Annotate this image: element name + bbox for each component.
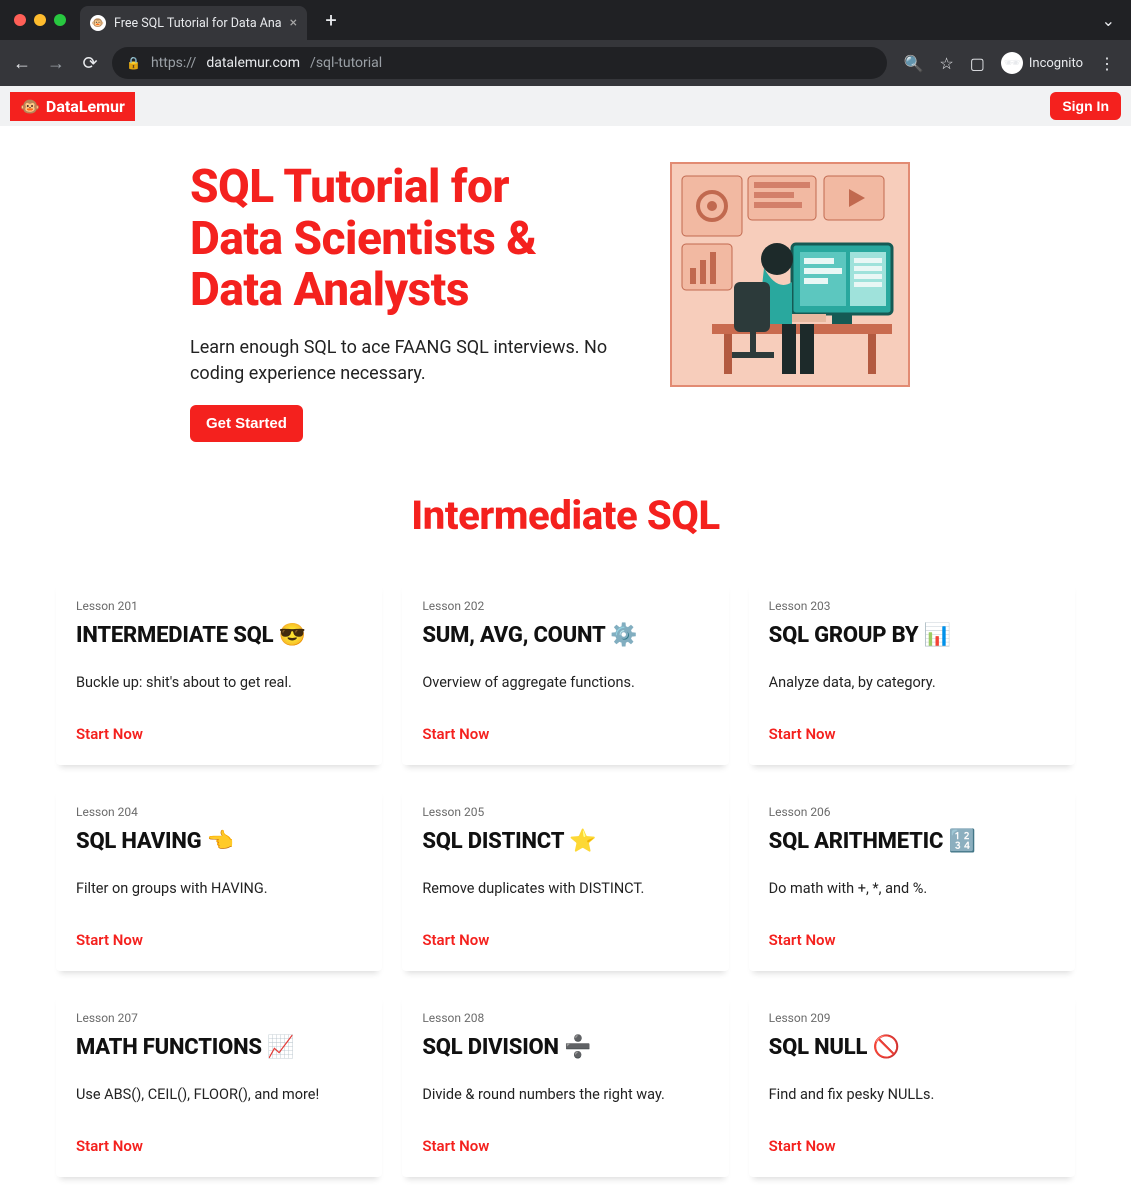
lesson-number: Lesson 205 <box>422 805 708 819</box>
lesson-title: SUM, AVG, COUNT ⚙️ <box>422 623 708 648</box>
lesson-description: Overview of aggregate functions. <box>422 674 708 691</box>
lesson-card[interactable]: Lesson 205 SQL DISTINCT ⭐ Remove duplicate… <box>402 785 728 971</box>
zoom-icon[interactable]: 🔍 <box>903 54 923 73</box>
sign-in-button[interactable]: Sign In <box>1050 92 1121 120</box>
bookmark-icon[interactable]: ☆ <box>939 54 953 73</box>
lesson-description: Analyze data, by category. <box>769 674 1055 691</box>
lesson-number: Lesson 202 <box>422 599 708 613</box>
lesson-title: SQL GROUP BY 📊 <box>769 623 1055 648</box>
brand-label: DataLemur <box>46 97 125 116</box>
url-path: /sql-tutorial <box>310 55 382 71</box>
browser-toolbar: ← → ⟳ 🔒 https:// datalemur.com/sql-tutori… <box>0 40 1131 86</box>
start-now-link[interactable]: Start Now <box>76 1109 362 1155</box>
browser-tab[interactable]: 🐵 Free SQL Tutorial for Data Ana × <box>80 6 307 40</box>
lesson-description: Find and fix pesky NULLs. <box>769 1086 1055 1103</box>
maximize-window-button[interactable] <box>54 14 66 26</box>
lesson-description: Divide & round numbers the right way. <box>422 1086 708 1103</box>
lesson-number: Lesson 201 <box>76 599 362 613</box>
site-topbar: 🐵 DataLemur Sign In <box>0 86 1131 126</box>
lesson-description: Filter on groups with HAVING. <box>76 880 362 897</box>
lesson-description: Buckle up: shit's about to get real. <box>76 674 362 691</box>
new-tab-button[interactable]: + <box>317 6 345 34</box>
start-now-link[interactable]: Start Now <box>422 697 708 743</box>
lesson-title: SQL ARITHMETIC 🔢 <box>769 829 1055 854</box>
url-prefix: https:// <box>151 55 196 71</box>
side-panel-icon[interactable]: ▢ <box>970 54 985 73</box>
lesson-card[interactable]: Lesson 202 SUM, AVG, COUNT ⚙️ Overview of … <box>402 579 728 765</box>
lesson-title: SQL HAVING 👈 <box>76 829 362 854</box>
tabs-menu-button[interactable]: ⌄ <box>1086 11 1131 30</box>
section-title: Intermediate SQL <box>0 492 1131 539</box>
page-title: SQL Tutorial for Data Scientists & Data … <box>190 162 610 317</box>
close-tab-icon[interactable]: × <box>290 15 297 31</box>
lesson-title: MATH FUNCTIONS 📈 <box>76 1035 362 1060</box>
lesson-card[interactable]: Lesson 209 SQL NULL 🚫 Find and fix pesky N… <box>749 991 1075 1177</box>
lesson-title: SQL DISTINCT ⭐ <box>422 829 708 854</box>
lesson-card[interactable]: Lesson 206 SQL ARITHMETIC 🔢 Do math with +… <box>749 785 1075 971</box>
lesson-title: SQL NULL 🚫 <box>769 1035 1055 1060</box>
browser-right-actions: 🔍 ☆ ▢ 🕶 Incognito ⋮ <box>897 52 1121 74</box>
lesson-number: Lesson 204 <box>76 805 362 819</box>
reload-button[interactable]: ⟳ <box>78 53 102 74</box>
minimize-window-button[interactable] <box>34 14 46 26</box>
lesson-number: Lesson 208 <box>422 1011 708 1025</box>
lesson-number: Lesson 203 <box>769 599 1055 613</box>
lesson-card[interactable]: Lesson 203 SQL GROUP BY 📊 Analyze data, by… <box>749 579 1075 765</box>
address-bar[interactable]: 🔒 https:// datalemur.com/sql-tutorial <box>112 47 887 79</box>
lesson-number: Lesson 206 <box>769 805 1055 819</box>
lessons-grid: Lesson 201 INTERMEDIATE SQL 😎 Buckle up: s… <box>0 579 1131 1203</box>
tab-title: Free SQL Tutorial for Data Ana <box>114 16 282 31</box>
forward-button[interactable]: → <box>44 53 68 74</box>
hero-illustration <box>670 162 910 387</box>
start-now-link[interactable]: Start Now <box>422 1109 708 1155</box>
page-subtitle: Learn enough SQL to ace FAANG SQL interv… <box>190 335 610 387</box>
lesson-number: Lesson 207 <box>76 1011 362 1025</box>
start-now-link[interactable]: Start Now <box>769 903 1055 949</box>
lesson-description: Remove duplicates with DISTINCT. <box>422 880 708 897</box>
close-window-button[interactable] <box>14 14 26 26</box>
lesson-title: SQL DIVISION ➗ <box>422 1035 708 1060</box>
lesson-number: Lesson 209 <box>769 1011 1055 1025</box>
start-now-link[interactable]: Start Now <box>769 1109 1055 1155</box>
start-now-link[interactable]: Start Now <box>422 903 708 949</box>
incognito-indicator[interactable]: 🕶 Incognito <box>1001 52 1083 74</box>
get-started-button[interactable]: Get Started <box>190 405 303 442</box>
lesson-card[interactable]: Lesson 208 SQL DIVISION ➗ Divide & round n… <box>402 991 728 1177</box>
incognito-label: Incognito <box>1029 56 1083 71</box>
window-controls <box>0 14 80 26</box>
hero-section: SQL Tutorial for Data Scientists & Data … <box>0 126 1131 482</box>
incognito-icon: 🕶 <box>1001 52 1023 74</box>
kebab-menu-button[interactable]: ⋮ <box>1099 54 1115 73</box>
favicon-icon: 🐵 <box>90 15 106 31</box>
lesson-description: Use ABS(), CEIL(), FLOOR(), and more! <box>76 1086 362 1103</box>
url-host: datalemur.com <box>206 55 300 71</box>
start-now-link[interactable]: Start Now <box>76 903 362 949</box>
lesson-title: INTERMEDIATE SQL 😎 <box>76 623 362 648</box>
brand-icon: 🐵 <box>20 97 40 116</box>
lesson-card[interactable]: Lesson 207 MATH FUNCTIONS 📈 Use ABS(), CEI… <box>56 991 382 1177</box>
lesson-description: Do math with +, *, and %. <box>769 880 1055 897</box>
brand-logo[interactable]: 🐵 DataLemur <box>10 92 135 121</box>
start-now-link[interactable]: Start Now <box>76 697 362 743</box>
browser-tab-strip: 🐵 Free SQL Tutorial for Data Ana × + ⌄ <box>0 0 1131 40</box>
lesson-card[interactable]: Lesson 204 SQL HAVING 👈 Filter on groups w… <box>56 785 382 971</box>
lesson-card[interactable]: Lesson 201 INTERMEDIATE SQL 😎 Buckle up: s… <box>56 579 382 765</box>
start-now-link[interactable]: Start Now <box>769 697 1055 743</box>
lock-icon: 🔒 <box>126 56 141 70</box>
browser-chrome: 🐵 Free SQL Tutorial for Data Ana × + ⌄ ←… <box>0 0 1131 86</box>
back-button[interactable]: ← <box>10 53 34 74</box>
